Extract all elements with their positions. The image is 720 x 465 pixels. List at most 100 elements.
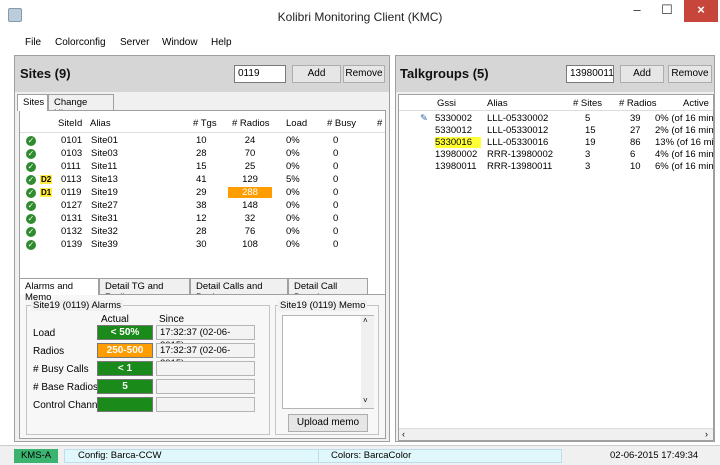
alarm-label: Load bbox=[33, 328, 56, 339]
site-tgs: 38 bbox=[196, 200, 207, 211]
status-bar: KMS-A Config: Barca-CCW Colors: BarcaCol… bbox=[0, 445, 720, 465]
site-row[interactable]: ✓ 0131 Site31 12 32 0% 0 bbox=[20, 213, 385, 225]
talkgroups-filter-input[interactable]: 13980011 bbox=[566, 65, 614, 83]
memo-title: Site19 (0119) Memo bbox=[278, 300, 368, 311]
col-radios[interactable]: # Radios bbox=[232, 118, 270, 129]
alarm-label: Control Channel bbox=[33, 400, 106, 411]
menu-server[interactable]: Server bbox=[120, 37, 149, 48]
talkgroup-row[interactable]: 5330016 LLL-05330016 19 86 13% (of 16 mir bbox=[399, 137, 714, 149]
talkgroup-row[interactable]: 13980011 RRR-13980011 3 10 6% (of 16 min bbox=[399, 161, 713, 173]
alarm-since: 17:32:37 (02-06-2015) bbox=[156, 343, 255, 369]
scroll-right-icon[interactable]: › bbox=[705, 429, 708, 439]
site-badge: D1 bbox=[40, 188, 53, 197]
tg-alias: LLL-05330002 bbox=[487, 113, 549, 124]
sites-header: Sites (9) 0119 Add Remove bbox=[15, 56, 389, 92]
site-row[interactable]: ✓ 0132 Site32 28 76 0% 0 bbox=[20, 226, 385, 238]
sites-remove-button[interactable]: Remove bbox=[343, 65, 385, 83]
talkgroups-add-button[interactable]: Add bbox=[620, 65, 664, 83]
site-row[interactable]: ✓ D2 0113 Site13 41 129 5% 0 bbox=[20, 174, 385, 186]
tab-alarms-memo[interactable]: Alarms and Memo bbox=[19, 278, 99, 303]
tab-detail-call-duration[interactable]: Detail Call Duration bbox=[288, 278, 368, 303]
alarm-indicator bbox=[97, 397, 153, 412]
detail-content: Site19 (0119) Alarms Actual Since Load < … bbox=[19, 294, 386, 439]
site-load: 0% bbox=[286, 213, 300, 224]
tab-change-history[interactable]: Change History bbox=[48, 94, 114, 119]
site-tgs: 10 bbox=[196, 135, 207, 146]
col-tg-alias[interactable]: Alias bbox=[487, 98, 508, 109]
sites-grid-header: SiteId Alias # Tgs # Radios Load # Busy … bbox=[20, 111, 385, 133]
site-id: 0111 bbox=[61, 161, 81, 172]
site-row[interactable]: ✓ 0139 Site39 30 108 0% 0 bbox=[20, 239, 385, 251]
talkgroup-row[interactable]: 5330012 LLL-05330012 15 27 2% (of 16 min bbox=[399, 125, 714, 137]
since-header: Since bbox=[159, 314, 185, 325]
upload-memo-button[interactable]: Upload memo bbox=[288, 414, 368, 432]
site-row[interactable]: ✓ 0127 Site27 38 148 0% 0 bbox=[20, 200, 385, 212]
site-tgs: 28 bbox=[196, 226, 207, 237]
tg-gssi: 5330016 bbox=[435, 137, 481, 148]
alarm-since bbox=[156, 397, 255, 412]
site-row[interactable]: ✓ 0101 Site01 10 24 0% 0 bbox=[20, 135, 385, 147]
talkgroup-row[interactable]: ✎ 5330002 LLL-05330002 5 39 0% (of 16 min bbox=[399, 113, 713, 125]
tab-detail-tg-radios[interactable]: Detail TG and Radios bbox=[99, 278, 190, 303]
col-siteid[interactable]: SiteId bbox=[58, 118, 82, 129]
col-tgs[interactable]: # Tgs bbox=[193, 118, 217, 129]
server-status: KMS-A bbox=[14, 449, 58, 463]
window-title: Kolibri Monitoring Client (KMC) bbox=[277, 10, 443, 24]
tg-sites: 15 bbox=[585, 125, 596, 136]
site-busy: 0 bbox=[333, 174, 339, 185]
maximize-button[interactable]: ☐ bbox=[652, 0, 682, 22]
tg-gssi: 13980011 bbox=[435, 161, 477, 172]
site-load: 0% bbox=[286, 239, 300, 250]
site-row[interactable]: ✓ 0111 Site11 15 25 0% 0 bbox=[20, 161, 385, 173]
talkgroups-panel: Talkgroups (5) 13980011 Add Remove Gssi … bbox=[395, 55, 715, 442]
col-tg-active[interactable]: Active bbox=[683, 98, 709, 109]
alarm-row: # Base Radios 5 bbox=[27, 379, 271, 395]
tab-detail-calls-busies[interactable]: Detail Calls and Busies bbox=[190, 278, 288, 303]
site-row[interactable]: ✓ D1 0119 Site19 29 288 0% 0 bbox=[20, 187, 385, 199]
scroll-down-icon[interactable]: ˅ bbox=[363, 396, 368, 405]
minimize-button[interactable]: – bbox=[622, 0, 652, 22]
close-button[interactable]: × bbox=[684, 0, 718, 22]
col-tg-radios[interactable]: # Radios bbox=[619, 98, 657, 109]
site-id: 0101 bbox=[61, 135, 83, 146]
sites-filter-input[interactable]: 0119 bbox=[234, 65, 286, 83]
tab-sites[interactable]: Sites bbox=[17, 94, 48, 111]
tg-active: 13% (of 16 mir bbox=[655, 137, 714, 148]
col-tg-sites[interactable]: # Sites bbox=[573, 98, 602, 109]
menu-window[interactable]: Window bbox=[162, 37, 198, 48]
colors-status: Colors: BarcaColor bbox=[318, 449, 562, 463]
site-tgs: 15 bbox=[196, 161, 207, 172]
edit-icon[interactable]: ✎ bbox=[420, 113, 428, 124]
site-load: 0% bbox=[286, 135, 300, 146]
scroll-left-icon[interactable]: ‹ bbox=[402, 429, 405, 439]
tg-active: 2% (of 16 min bbox=[655, 125, 714, 136]
col-alias[interactable]: Alias bbox=[90, 118, 111, 129]
tg-radios: 39 bbox=[630, 113, 641, 124]
site-alias: Site13 bbox=[91, 174, 118, 185]
tg-gssi: 13980002 bbox=[435, 149, 478, 160]
site-tgs: 29 bbox=[196, 187, 207, 198]
alarms-group: Site19 (0119) Alarms Actual Since Load < … bbox=[26, 300, 271, 435]
menu-file[interactable]: File bbox=[25, 37, 41, 48]
talkgroups-hscrollbar[interactable]: ‹ › bbox=[399, 428, 713, 440]
sites-add-button[interactable]: Add bbox=[292, 65, 341, 83]
talkgroups-remove-button[interactable]: Remove bbox=[668, 65, 712, 83]
site-id: 0131 bbox=[61, 213, 83, 224]
talkgroups-grid-header: Gssi Alias # Sites # Radios Active bbox=[399, 95, 713, 111]
menu-help[interactable]: Help bbox=[211, 37, 232, 48]
col-more[interactable]: # bbox=[377, 118, 382, 129]
site-load: 5% bbox=[286, 174, 300, 185]
site-alias: Site27 bbox=[91, 200, 118, 211]
ok-check-icon: ✓ bbox=[26, 201, 36, 211]
col-load[interactable]: Load bbox=[286, 118, 307, 129]
menu-colorconfig[interactable]: Colorconfig bbox=[55, 37, 106, 48]
memo-textarea[interactable]: ˄ ˅ bbox=[282, 315, 374, 409]
talkgroup-row[interactable]: 13980002 RRR-13980002 3 6 4% (of 16 min bbox=[399, 149, 713, 161]
memo-vscrollbar[interactable]: ˄ ˅ bbox=[361, 316, 374, 408]
col-busy[interactable]: # Busy bbox=[327, 118, 356, 129]
scroll-up-icon[interactable]: ˄ bbox=[363, 316, 368, 325]
col-gssi[interactable]: Gssi bbox=[437, 98, 456, 109]
title-bar: Kolibri Monitoring Client (KMC) – ☐ × bbox=[0, 0, 720, 34]
site-row[interactable]: ✓ 0103 Site03 28 70 0% 0 bbox=[20, 148, 385, 160]
site-radios: 24 bbox=[244, 135, 256, 146]
